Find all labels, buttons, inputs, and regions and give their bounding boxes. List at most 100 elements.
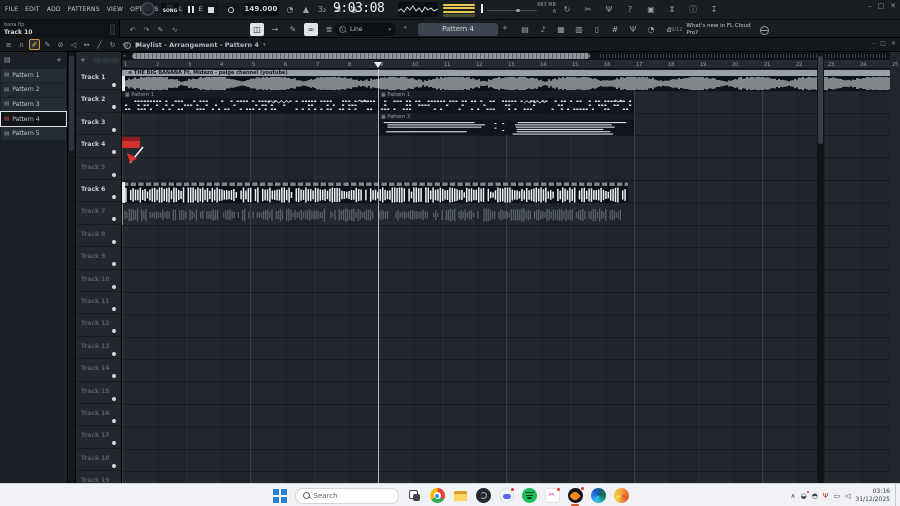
minimize-button[interactable]: –	[868, 2, 872, 10]
pattern-item-3[interactable]: ▤ Pattern 3	[1, 97, 66, 112]
menu-icon[interactable]: ≡	[3, 39, 14, 50]
delete-icon[interactable]: ⊘	[55, 39, 66, 50]
track-header-5[interactable]: Track 5	[76, 158, 122, 180]
track-mute-dot[interactable]	[112, 83, 116, 87]
slip-icon[interactable]: ↔	[81, 39, 92, 50]
news-notification[interactable]: 09/12 What's new in FL Cloud Pro?	[668, 22, 778, 38]
track-header-13[interactable]: Track 13	[76, 337, 122, 360]
magnet-icon[interactable]: ∩	[16, 39, 27, 50]
touch-controller-icon[interactable]: Ψ	[626, 23, 640, 36]
piano-roll-icon[interactable]: ♪	[536, 23, 550, 36]
menu-file[interactable]: FILE	[5, 6, 18, 13]
volume-knob-icon[interactable]: ◔	[283, 3, 297, 16]
track-mute-dot[interactable]	[112, 419, 116, 423]
track-mute-dot[interactable]	[112, 374, 116, 379]
horizontal-scrollbar[interactable]: ◂	[122, 52, 890, 60]
redo-icon[interactable]: ↷	[141, 23, 152, 36]
playlist-title-group[interactable]: Playlist - Arrangement - Pattern 4 ▾	[124, 38, 265, 52]
metronome-icon[interactable]: ▲	[299, 3, 313, 16]
scroll-left-arrow-icon[interactable]: ◂	[123, 53, 126, 59]
clip-notes[interactable]: ▦ Pattern 3	[378, 114, 634, 136]
add-pattern-button[interactable]: +	[502, 24, 508, 32]
clip-audio[interactable]: ≡ THE BIG BANANA Ft. Midazo - paige chan…	[122, 69, 890, 91]
track-header-4[interactable]: Track 4	[76, 135, 122, 158]
tray-volume-icon[interactable]: ◁	[845, 492, 850, 500]
maximize-button[interactable]: □	[878, 2, 885, 10]
playlist-grid[interactable]: ≡ THE BIG BANANA Ft. Midazo - paige chan…	[122, 69, 890, 483]
track-header-17[interactable]: Track 17	[76, 426, 122, 449]
help-icon[interactable]: ?	[623, 3, 637, 16]
mixer-icon[interactable]: ▥	[572, 23, 586, 36]
pattern-item-1[interactable]: ▤ Pattern 1	[1, 68, 66, 83]
pattern-selector[interactable]: Pattern 4	[418, 23, 498, 36]
vertical-scrollbar[interactable]	[817, 52, 824, 483]
track-header-2[interactable]: Track 2	[76, 90, 122, 113]
sync-icon[interactable]: ↻	[560, 3, 574, 16]
add-track-button[interactable]: +	[80, 56, 86, 64]
step-edit-icon[interactable]: ◫	[250, 23, 264, 36]
clip-steps[interactable]: ▦ Pattern 1	[378, 92, 634, 113]
picker-scrollbar-thumb[interactable]	[69, 56, 74, 151]
plugin-picker-icon[interactable]: #	[608, 23, 622, 36]
taskbar-clock[interactable]: 03:16 31/12/2025	[855, 488, 890, 503]
pat-song-switch[interactable]: PAT SONG	[161, 3, 179, 16]
vertical-scrollbar-thumb[interactable]	[818, 56, 823, 144]
track-mute-dot[interactable]	[112, 239, 116, 244]
track-header-12[interactable]: Track 12	[76, 314, 122, 337]
cut-clipboard-icon[interactable]: ✂	[581, 3, 595, 16]
tray-gamepad-icon[interactable]: ◓	[812, 492, 818, 500]
track-header-16[interactable]: Track 16	[76, 404, 122, 427]
edit-icon[interactable]: ✎	[155, 23, 166, 36]
picker-add-button[interactable]: +	[56, 56, 62, 64]
track-mute-dot[interactable]	[112, 396, 116, 401]
info-icon[interactable]: ⓘ	[686, 3, 700, 16]
track-header-9[interactable]: Track 9	[76, 247, 122, 270]
clip-wave_dim[interactable]	[122, 204, 622, 225]
precount-icon[interactable]: 3₂	[315, 3, 329, 16]
playhead-line[interactable]	[378, 69, 379, 483]
time-display[interactable]: 9:03:08	[333, 1, 395, 18]
tempo-tap-icon[interactable]: ◔	[644, 23, 658, 36]
playlist-minimize-button[interactable]: –	[872, 40, 875, 47]
track-header-3[interactable]: Track 3	[76, 113, 122, 136]
track-header-15[interactable]: Track 15	[76, 382, 122, 404]
track-mute-dot[interactable]	[112, 105, 116, 110]
snap-selector[interactable]: ∩ Line ▾	[334, 23, 396, 36]
level-slider-handle[interactable]	[516, 8, 520, 12]
clip-wave_bright[interactable]	[122, 181, 628, 203]
track-mute-dot[interactable]	[112, 172, 116, 177]
task-view-button[interactable]	[407, 488, 422, 503]
slide-tool-icon[interactable]: ✎	[286, 23, 300, 36]
track-mute-dot[interactable]	[112, 284, 116, 289]
download-icon[interactable]: ↧	[707, 3, 721, 16]
discord-icon[interactable]	[498, 487, 515, 503]
chrome-icon[interactable]	[429, 488, 445, 503]
pattern-item-4[interactable]: ▤ Pattern 4	[0, 111, 67, 127]
snap-extra-caret[interactable]: ▾	[404, 25, 407, 31]
track-header-1[interactable]: Track 1	[76, 68, 122, 91]
clip-tool-icon[interactable]: ✂	[544, 487, 561, 503]
paint-icon[interactable]: ✎	[42, 39, 53, 50]
picker-scrollbar[interactable]	[68, 52, 76, 483]
tray-mic-icon[interactable]: Ψ	[823, 492, 829, 500]
browser-icon[interactable]: ▯	[590, 23, 604, 36]
track-mute-dot[interactable]	[112, 127, 116, 132]
link-icon[interactable]: ∞	[304, 23, 318, 36]
pattern-item-5[interactable]: ▤ Pattern 5	[1, 126, 66, 141]
wave-icon[interactable]: ∿	[169, 23, 180, 36]
playlist-close-button[interactable]: ✕	[891, 40, 896, 47]
save-as-icon[interactable]: ⇕	[665, 3, 679, 16]
tempo-display[interactable]: 149.000	[243, 3, 279, 16]
track-mute-dot[interactable]	[112, 441, 116, 446]
menu-patterns[interactable]: PATTERNS	[68, 6, 100, 13]
mute-icon[interactable]: ◁	[68, 39, 79, 50]
pause-button[interactable]	[183, 3, 199, 16]
slice-icon[interactable]: ╱	[94, 39, 105, 50]
dark-app-icon[interactable]	[475, 488, 491, 503]
playlist-maximize-button[interactable]: □	[880, 40, 886, 47]
track-mute-dot[interactable]	[112, 262, 116, 267]
menu-edit[interactable]: EDIT	[25, 6, 40, 13]
track-header-10[interactable]: Track 10	[76, 270, 122, 292]
picker-piano-icon[interactable]: ▤	[4, 56, 11, 64]
track-header-tabs[interactable]	[93, 58, 119, 63]
